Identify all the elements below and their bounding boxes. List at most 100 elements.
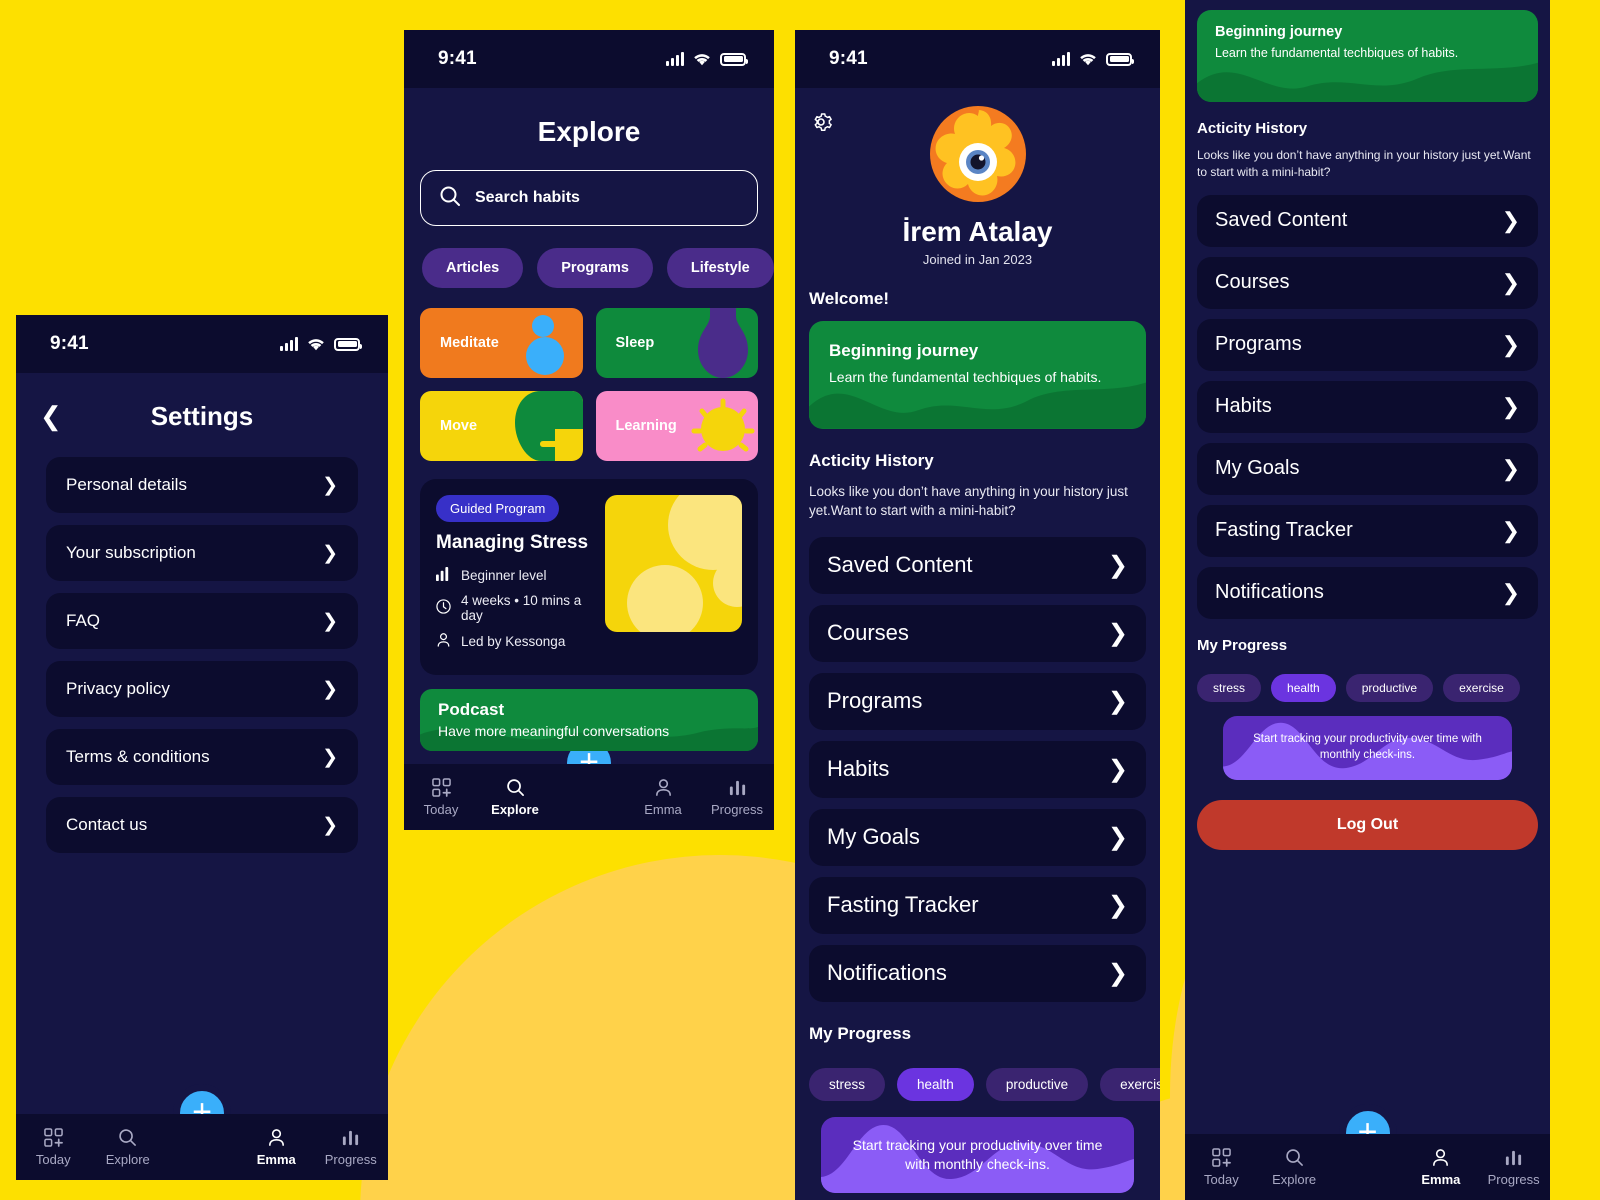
program-badge: Guided Program	[436, 495, 560, 522]
tab-today[interactable]: Today	[1185, 1147, 1258, 1187]
tab-progress[interactable]: Progress	[1477, 1147, 1550, 1187]
tab-emma[interactable]: Emma	[239, 1127, 314, 1167]
guided-program-card[interactable]: Guided Program Managing Stress Beginner …	[420, 479, 758, 675]
profile-screen-body: İrem Atalay Joined in Jan 2023 Welcome! …	[795, 88, 1160, 1200]
profile-row-notifications[interactable]: Notifications ❯	[1197, 566, 1538, 619]
settings-row-faq[interactable]: FAQ ❯	[46, 593, 358, 649]
chevron-right-icon: ❯	[1501, 393, 1520, 419]
progress-chip-exercise[interactable]: exercise	[1443, 673, 1520, 702]
chevron-right-icon: ❯	[1501, 455, 1520, 481]
search-icon	[118, 1127, 137, 1147]
tab-explore[interactable]: Explore	[1258, 1147, 1331, 1187]
row-label: Courses	[1215, 271, 1290, 294]
my-progress-heading: My Progress	[809, 1023, 912, 1043]
settings-row-your-subscription[interactable]: Your subscription ❯	[46, 525, 358, 581]
tab-label: Explore	[105, 1152, 150, 1167]
tab-today[interactable]: Today	[16, 1127, 91, 1167]
status-icons	[280, 336, 362, 351]
progress-chip-health[interactable]: health	[1271, 673, 1336, 702]
tile-learning[interactable]: Learning	[595, 391, 758, 461]
status-bar: 9:41	[404, 30, 774, 88]
tab-progress[interactable]: Progress	[700, 777, 774, 817]
tab-emma[interactable]: Emma	[1405, 1147, 1478, 1187]
profile-row-saved-content[interactable]: Saved Content ❯	[809, 536, 1146, 594]
profile-row-fasting-tracker[interactable]: Fasting Tracker ❯	[809, 876, 1146, 934]
settings-row-terms-conditions[interactable]: Terms & conditions ❯	[46, 729, 358, 785]
tab-progress[interactable]: Progress	[314, 1127, 389, 1167]
row-label: Programs	[827, 688, 923, 714]
tab-emma[interactable]: Emma	[626, 777, 700, 817]
profile-link-list: Saved Content ❯ Courses ❯ Programs ❯ Hab…	[1185, 194, 1550, 619]
status-icons	[1052, 51, 1134, 66]
progress-chip-productive[interactable]: productive	[1345, 673, 1434, 702]
beginning-journey-card[interactable]: Beginning journey Learn the fundamental …	[809, 321, 1146, 429]
tracking-promo-card[interactable]: Start tracking your productivity over ti…	[1223, 715, 1512, 780]
profile-row-programs[interactable]: Programs ❯	[1197, 318, 1538, 371]
tracking-promo-card[interactable]: Start tracking your productivity over ti…	[821, 1116, 1134, 1193]
profile-row-fasting-tracker[interactable]: Fasting Tracker ❯	[1197, 504, 1538, 557]
grid-plus-icon	[43, 1127, 63, 1147]
tab-label: Today	[1204, 1172, 1239, 1187]
tab-explore[interactable]: Explore	[91, 1127, 166, 1167]
tab-explore[interactable]: Explore	[478, 777, 552, 817]
category-chip-list: Articles Programs Lifestyle Exercise	[404, 226, 774, 288]
tile-sleep[interactable]: Sleep	[595, 308, 758, 378]
progress-chip-productive[interactable]: productive	[985, 1067, 1089, 1101]
chevron-right-icon: ❯	[1107, 619, 1128, 647]
progress-chip-exercise[interactable]: exercise	[1100, 1067, 1160, 1101]
tile-meditate[interactable]: Meditate	[420, 308, 583, 378]
search-icon	[1285, 1147, 1304, 1167]
chip-articles[interactable]: Articles	[422, 248, 524, 288]
chevron-right-icon: ❯	[322, 610, 338, 632]
progress-chip-stress[interactable]: stress	[809, 1067, 886, 1101]
profile-row-habits[interactable]: Habits ❯	[809, 740, 1146, 798]
profile-row-courses[interactable]: Courses ❯	[1197, 256, 1538, 309]
bar-chart-icon	[436, 566, 451, 584]
row-label: Habits	[827, 756, 890, 782]
profile-row-my-goals[interactable]: My Goals ❯	[1197, 442, 1538, 495]
bottom-tab-bar: Today Explore Emma Progress	[1185, 1134, 1550, 1200]
chip-lifestyle[interactable]: Lifestyle	[666, 248, 774, 288]
tab-label: Today	[35, 1152, 71, 1167]
beginning-journey-card[interactable]: Beginning journey Learn the fundamental …	[1197, 10, 1538, 102]
chip-programs[interactable]: Programs	[537, 248, 653, 288]
welcome-heading: Welcome!	[809, 289, 889, 308]
chevron-right-icon: ❯	[1107, 687, 1128, 715]
meta-text: Beginner level	[461, 567, 547, 583]
settings-row-personal-details[interactable]: Personal details ❯	[46, 457, 358, 513]
podcast-card[interactable]: Podcast Have more meaningful conversatio…	[420, 689, 758, 751]
status-bar: 9:41	[795, 30, 1160, 88]
row-label: My Goals	[827, 824, 920, 850]
activity-history-heading: Acticity History	[809, 451, 934, 470]
gear-icon[interactable]	[809, 110, 833, 139]
settings-row-contact-us[interactable]: Contact us ❯	[46, 797, 358, 853]
chevron-right-icon: ❯	[1501, 579, 1520, 605]
profile-row-my-goals[interactable]: My Goals ❯	[809, 808, 1146, 866]
progress-chip-health[interactable]: health	[897, 1067, 974, 1101]
progress-chip-stress[interactable]: stress	[1197, 673, 1262, 702]
profile-row-notifications[interactable]: Notifications ❯	[809, 944, 1146, 1002]
activity-history-heading: Acticity History	[1197, 120, 1308, 137]
profile-row-habits[interactable]: Habits ❯	[1197, 380, 1538, 433]
person-icon	[1431, 1147, 1450, 1167]
chevron-right-icon: ❯	[1501, 269, 1520, 295]
profile-row-saved-content[interactable]: Saved Content ❯	[1197, 194, 1538, 247]
chevron-right-icon: ❯	[322, 678, 338, 700]
profile-link-list: Saved Content ❯ Courses ❯ Programs ❯ Hab…	[795, 536, 1160, 1002]
profile-row-courses[interactable]: Courses ❯	[809, 604, 1146, 662]
logout-button[interactable]: Log Out	[1197, 799, 1538, 850]
row-label: Courses	[827, 620, 909, 646]
program-meta-duration: 4 weeks • 10 mins a day	[436, 593, 591, 623]
status-icons	[666, 51, 748, 66]
tile-move[interactable]: Move	[420, 391, 583, 461]
tab-label: Emma	[256, 1152, 296, 1167]
grid-plus-icon	[431, 777, 451, 797]
phone-screen-explore: 9:41 Explore Search habits Articles Prog…	[404, 30, 774, 830]
tab-today[interactable]: Today	[404, 777, 478, 817]
search-input[interactable]: Search habits	[420, 170, 758, 226]
chevron-right-icon: ❯	[322, 746, 338, 768]
my-progress-heading: My Progress	[1197, 636, 1288, 654]
profile-row-programs[interactable]: Programs ❯	[809, 672, 1146, 730]
tab-label: Emma	[1421, 1172, 1461, 1187]
settings-row-privacy-policy[interactable]: Privacy policy ❯	[46, 661, 358, 717]
